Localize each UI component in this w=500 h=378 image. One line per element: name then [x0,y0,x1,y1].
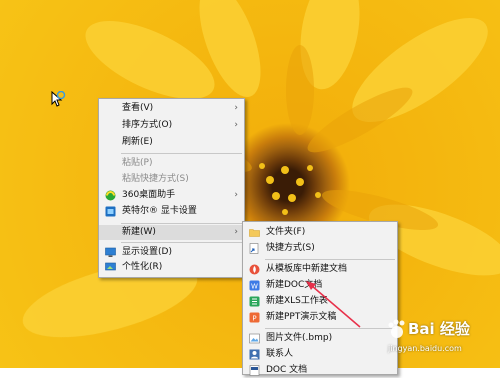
annotation-arrow [306,281,361,328]
watermark-brand: Bai 经验 [408,320,470,338]
baidu-paw-icon [388,319,405,338]
watermark-url: jingyan.baidu.com [388,344,462,353]
baidu-jingyan-watermark: Bai 经验 jingyan.baidu.com [384,314,496,360]
